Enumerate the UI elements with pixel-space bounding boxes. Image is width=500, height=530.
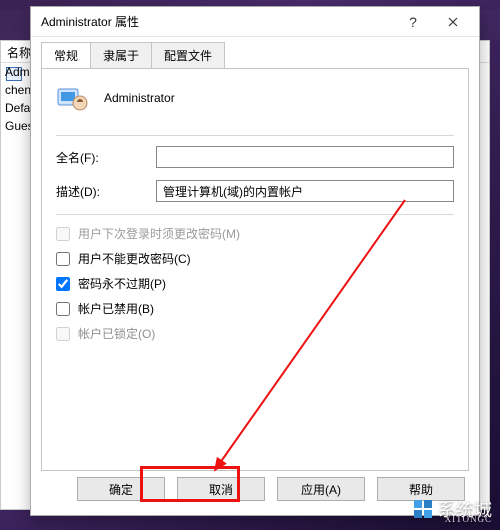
checkbox[interactable] <box>56 302 70 316</box>
fullname-label: 全名(F): <box>56 149 156 166</box>
close-icon[interactable] <box>433 8 473 36</box>
cancel-button[interactable]: 取消 <box>177 477 265 501</box>
tab-body: Administrator 全名(F): 描述(D): 用户下次登录时须更改密码… <box>41 68 469 471</box>
checkbox-label: 用户下次登录时须更改密码(M) <box>78 225 240 242</box>
checkbox[interactable] <box>56 277 70 291</box>
window-title: Administrator 属性 <box>41 13 393 30</box>
cb-never-expires[interactable]: 密码永不过期(P) <box>56 275 454 292</box>
fullname-input[interactable] <box>156 146 454 168</box>
apply-button[interactable]: 应用(A) <box>277 477 365 501</box>
checkbox-label: 密码永不过期(P) <box>78 275 166 292</box>
tab-strip: 常规 隶属于 配置文件 <box>31 37 479 68</box>
divider <box>56 214 454 215</box>
user-icon <box>56 81 90 115</box>
checkbox <box>56 327 70 341</box>
checkbox-label: 帐户已锁定(O) <box>78 325 155 342</box>
user-display-name: Administrator <box>104 91 175 105</box>
watermark-icon <box>412 498 434 520</box>
tab-general[interactable]: 常规 <box>41 42 91 69</box>
tab-profile[interactable]: 配置文件 <box>151 42 225 68</box>
cb-cannot-change[interactable]: 用户不能更改密码(C) <box>56 250 454 267</box>
description-label: 描述(D): <box>56 183 156 200</box>
cb-disabled[interactable]: 帐户已禁用(B) <box>56 300 454 317</box>
help-icon[interactable]: ? <box>393 8 433 36</box>
divider <box>56 135 454 136</box>
watermark: 系统城 XITONGC <box>412 496 492 522</box>
properties-dialog: Administrator 属性 ? 常规 隶属于 配置文件 Administr… <box>30 6 480 516</box>
checkbox-label: 帐户已禁用(B) <box>78 300 154 317</box>
ok-button[interactable]: 确定 <box>77 477 165 501</box>
checkbox[interactable] <box>56 252 70 266</box>
tab-memberof[interactable]: 隶属于 <box>90 42 152 68</box>
checkbox <box>56 227 70 241</box>
cb-locked: 帐户已锁定(O) <box>56 325 454 342</box>
checkbox-label: 用户不能更改密码(C) <box>78 250 191 267</box>
description-input[interactable] <box>156 180 454 202</box>
watermark-sub: XITONGC <box>445 514 492 524</box>
cb-change-next-login: 用户下次登录时须更改密码(M) <box>56 225 454 242</box>
titlebar: Administrator 属性 ? <box>31 7 479 37</box>
